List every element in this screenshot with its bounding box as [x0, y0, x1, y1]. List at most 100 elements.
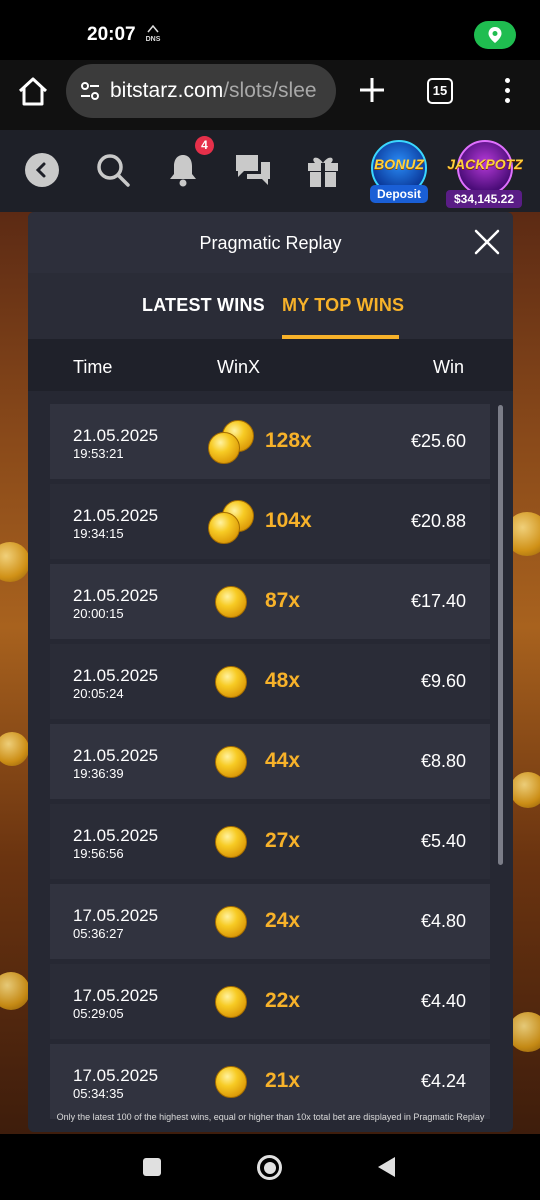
row-amount: €5.40 [420, 831, 466, 851]
location-indicator[interactable] [474, 21, 516, 49]
row-amount: €20.88 [410, 511, 466, 531]
plus-icon[interactable] [356, 74, 388, 106]
url-bar[interactable]: bitstarz.com/slots/slee [66, 64, 336, 118]
row-time: 05:34:35 [73, 1086, 124, 1101]
column-header-winx: WinX [217, 357, 261, 377]
back-icon [35, 162, 46, 178]
dns-label: DNS [145, 36, 161, 43]
screen: 20:07 DNS bitstarz.com/slots/slee 15 4 B… [0, 0, 540, 1200]
browser-toolbar: bitstarz.com/slots/slee 15 [0, 60, 540, 130]
bonuz-label: BONUZ [374, 156, 424, 172]
row-amount: €17.40 [410, 591, 466, 611]
table-row[interactable]: 17.05.2025 05:29:05 22x €4.40 [50, 964, 490, 1039]
footer-note: Only the latest 100 of the highest wins,… [56, 1112, 485, 1122]
row-multiplier: 44x [265, 749, 301, 772]
url-domain: bitstarz.com [110, 79, 224, 102]
row-amount: €8.80 [420, 751, 466, 771]
notification-badge: 4 [195, 136, 214, 155]
site-settings-icon[interactable] [80, 81, 100, 101]
close-icon[interactable] [473, 228, 501, 256]
coin-icon [206, 980, 256, 1026]
row-amount: €9.60 [420, 671, 466, 691]
system-nav-bar [0, 1134, 540, 1200]
row-amount: €4.40 [420, 991, 466, 1011]
row-time: 05:29:05 [73, 1006, 124, 1021]
coin-icon [206, 660, 256, 706]
home-icon[interactable] [16, 75, 50, 109]
row-date: 21.05.2025 [73, 746, 159, 765]
column-header-win: Win [433, 357, 464, 377]
chat-icon[interactable] [234, 152, 272, 188]
coin-icon [206, 1060, 256, 1106]
row-time: 19:53:21 [73, 446, 124, 461]
table-row[interactable]: 17.05.2025 05:34:35 21x €4.24 [50, 1044, 490, 1119]
recent-apps-icon[interactable] [143, 1158, 161, 1176]
back-nav-icon[interactable] [378, 1157, 395, 1177]
coin-icon [206, 500, 256, 546]
coin-icon [206, 900, 256, 946]
table-row[interactable]: 21.05.2025 20:00:15 87x €17.40 [50, 564, 490, 639]
deposit-label: Deposit [370, 185, 428, 203]
scrollbar[interactable] [498, 405, 503, 865]
more-vert-icon[interactable] [500, 75, 514, 109]
row-date: 21.05.2025 [73, 426, 159, 445]
coin-icon [206, 820, 256, 866]
row-date: 21.05.2025 [73, 666, 159, 685]
tabs-row: LATEST WINS MY TOP WINS [28, 273, 513, 339]
jackpotz-button[interactable]: JACKPOTZ $34,145.22 [446, 140, 523, 208]
row-time: 20:00:15 [73, 606, 124, 621]
row-multiplier: 27x [265, 829, 301, 852]
column-header-time: Time [73, 357, 113, 377]
jackpot-amount: $34,145.22 [446, 190, 522, 208]
bonuz-deposit-button[interactable]: BONUZ Deposit [368, 140, 430, 204]
table-header: Time WinX Win [28, 339, 513, 391]
row-date: 17.05.2025 [73, 906, 159, 925]
row-time: 20:05:24 [73, 686, 124, 701]
table-row[interactable]: 21.05.2025 19:36:39 44x €8.80 [50, 724, 490, 799]
row-date: 21.05.2025 [73, 826, 159, 845]
jackpotz-label: JACKPOTZ [447, 156, 523, 172]
tabs-icon[interactable]: 15 [427, 78, 453, 104]
pragmatic-replay-modal: Pragmatic Replay LATEST WINS MY TOP WINS… [28, 212, 513, 1132]
url-text: bitstarz.com/slots/slee [110, 79, 317, 103]
status-time: 20:07 [87, 24, 136, 45]
row-time: 05:36:27 [73, 926, 124, 941]
status-bar: 20:07 DNS [0, 0, 540, 60]
row-multiplier: 128x [265, 429, 312, 452]
url-path: /slots/slee [223, 79, 317, 102]
row-date: 21.05.2025 [73, 506, 159, 525]
row-amount: €4.80 [420, 911, 466, 931]
bell-icon[interactable] [168, 152, 198, 188]
gift-icon[interactable] [305, 152, 341, 188]
row-multiplier: 48x [265, 669, 301, 692]
row-time: 19:36:39 [73, 766, 124, 781]
table-row[interactable]: 21.05.2025 19:56:56 27x €5.40 [50, 804, 490, 879]
row-date: 21.05.2025 [73, 586, 159, 605]
location-icon [488, 27, 502, 43]
row-multiplier: 87x [265, 589, 301, 612]
row-amount: €25.60 [410, 431, 466, 451]
row-amount: €4.24 [420, 1071, 466, 1091]
coin-icon [206, 420, 256, 466]
row-time: 19:56:56 [73, 846, 124, 861]
modal-title: Pragmatic Replay [199, 233, 342, 253]
table-row[interactable]: 21.05.2025 20:05:24 48x €9.60 [50, 644, 490, 719]
tab-my-top-wins[interactable]: MY TOP WINS [282, 295, 404, 316]
row-time: 19:34:15 [73, 526, 124, 541]
row-multiplier: 24x [265, 909, 301, 932]
back-button[interactable] [25, 153, 59, 187]
row-date: 17.05.2025 [73, 1066, 159, 1085]
table-row[interactable]: 21.05.2025 19:34:15 104x €20.88 [50, 484, 490, 559]
row-date: 17.05.2025 [73, 986, 159, 1005]
modal-title-bar: Pragmatic Replay [28, 212, 513, 273]
search-icon[interactable] [95, 152, 131, 188]
home-nav-icon[interactable] [257, 1155, 282, 1180]
row-multiplier: 22x [265, 989, 301, 1012]
tab-latest-wins[interactable]: LATEST WINS [142, 295, 265, 316]
coin-icon [206, 580, 256, 626]
row-multiplier: 21x [265, 1069, 301, 1092]
table-row[interactable]: 21.05.2025 19:53:21 128x €25.60 [50, 404, 490, 479]
table-row[interactable]: 17.05.2025 05:36:27 24x €4.80 [50, 884, 490, 959]
row-multiplier: 104x [265, 509, 312, 532]
dns-icon: DNS [144, 24, 162, 44]
